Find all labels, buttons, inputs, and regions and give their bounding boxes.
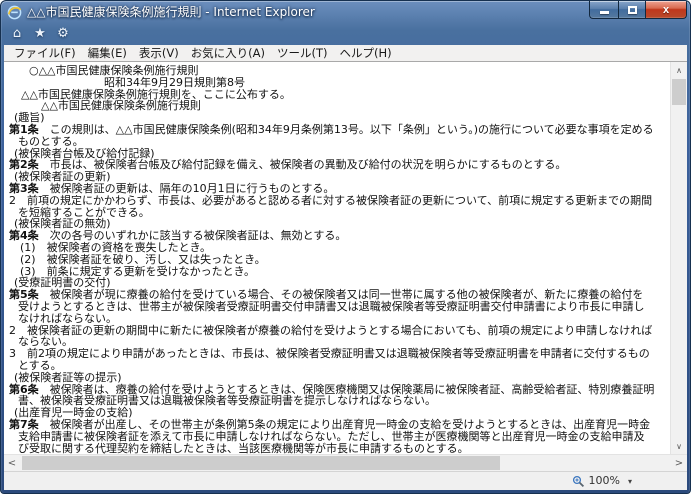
scroll-up-button[interactable]: ∧ — [671, 62, 687, 78]
zoom-control[interactable]: 100% ▾ — [572, 472, 632, 490]
vertical-scrollbar[interactable]: ∧ ∨ — [670, 62, 687, 454]
menu-item-tools[interactable]: ツール(T) — [271, 45, 334, 61]
minimize-icon — [600, 11, 609, 14]
maximize-button[interactable] — [618, 1, 645, 19]
document-line: 第7条 被保険者が出産し、その世帯主が条例第5条の規定により出産育児一時金の支給… — [9, 419, 670, 431]
zoom-dropdown-icon[interactable]: ▾ — [624, 477, 632, 486]
scroll-right-button[interactable]: > — [671, 455, 687, 471]
scroll-left-button[interactable]: < — [4, 455, 20, 471]
window-controls: x — [589, 1, 687, 19]
vertical-scrollbar-thumb[interactable] — [672, 79, 686, 105]
document-line: とする。 — [9, 360, 670, 372]
document-line: 支給申請書に被保険者証を添えて市長に申請しなければならない。ただし、世帯主が医療… — [9, 431, 670, 443]
minimize-button[interactable] — [589, 1, 618, 19]
document-line: 受けようとするときは、世帯主が被保険者受療証明書交付申請書又は退職被保険者等受療… — [9, 301, 670, 313]
menu-item-view[interactable]: 表示(V) — [133, 45, 185, 61]
client-area: ファイル(F)編集(E)表示(V)お気に入り(A)ツール(T)ヘルプ(H) ○△… — [4, 45, 687, 490]
ie-logo-icon — [7, 5, 22, 20]
document-line: ものとする。 — [9, 136, 670, 148]
menu-item-edit[interactable]: 編集(E) — [82, 45, 133, 61]
document-line: 3 前2項の規定により申請があったときは、市長は、被保険者受療証明書又は退職被保… — [9, 348, 670, 360]
menu-item-file[interactable]: ファイル(F) — [8, 45, 82, 61]
menu-bar: ファイル(F)編集(E)表示(V)お気に入り(A)ツール(T)ヘルプ(H) — [4, 45, 687, 62]
document-line: 2 被保険者証の更新の期間中に新たに被保険者が療養の給付を受けようとする場合にお… — [9, 325, 670, 337]
chevron-left-icon: < — [8, 458, 16, 469]
menu-item-favorites[interactable]: お気に入り(A) — [185, 45, 271, 61]
chevron-down-icon: ∨ — [676, 442, 682, 451]
chevron-up-icon: ∧ — [676, 66, 682, 75]
favorites-star-icon[interactable]: ★ — [33, 23, 47, 45]
zoom-level: 100% — [589, 472, 620, 490]
horizontal-scrollbar-thumb[interactable] — [22, 456, 500, 470]
scroll-down-button[interactable]: ∨ — [671, 438, 687, 454]
horizontal-scrollbar[interactable]: < > — [4, 454, 687, 471]
browser-window: △△市国民健康保険条例施行規則 - Internet Explorer x ⌂ … — [0, 0, 691, 494]
status-bar: 100% ▾ — [4, 471, 687, 490]
home-icon[interactable]: ⌂ — [10, 23, 24, 45]
close-button[interactable]: x — [645, 1, 687, 19]
document-line: (被保険者証等の提示) — [9, 372, 670, 384]
close-icon: x — [663, 2, 669, 18]
document-line: (2) 被保険者証を破り、汚し、又は失ったとき。 — [9, 254, 670, 266]
menu-item-help[interactable]: ヘルプ(H) — [334, 45, 398, 61]
document-line: (1) 被保険者の資格を喪失したとき。 — [9, 242, 670, 254]
title-bar[interactable]: △△市国民健康保険条例施行規則 - Internet Explorer x — [1, 1, 690, 23]
document-line: 2 前項の規定にかかわらず、市長は、必要があると認める者に対する被保険者証の更新… — [9, 195, 670, 207]
chevron-right-icon: > — [675, 458, 683, 469]
tools-gear-icon[interactable]: ⚙ — [56, 23, 70, 45]
document-line: なければならない。 — [9, 313, 670, 325]
magnifier-zoom-icon — [572, 475, 585, 488]
document-line: 第3条 被保険者証の更新は、隔年の10月1日に行うものとする。 — [9, 183, 670, 195]
document-body: ○△△市国民健康保険条例施行規則昭和34年9月29日規則第8号△△市国民健康保険… — [4, 62, 670, 454]
document-line: び受取に関する代理契約を締結したときは、当該医療機関等が市長に申請するものとする… — [9, 443, 670, 455]
document-line: 第1条 この規則は、△△市国民健康保険条例(昭和34年9月条例第13号。以下「条… — [9, 124, 670, 136]
page-content: ○△△市国民健康保険条例施行規則昭和34年9月29日規則第8号△△市国民健康保険… — [4, 62, 687, 471]
window-title: △△市国民健康保険条例施行規則 - Internet Explorer — [27, 1, 315, 23]
document-line: △△市国民健康保険条例施行規則 — [9, 100, 670, 112]
document-line: 昭和34年9月29日規則第8号 — [9, 77, 670, 89]
command-bar: ⌂ ★ ⚙ — [1, 23, 690, 45]
maximize-icon — [628, 6, 637, 14]
